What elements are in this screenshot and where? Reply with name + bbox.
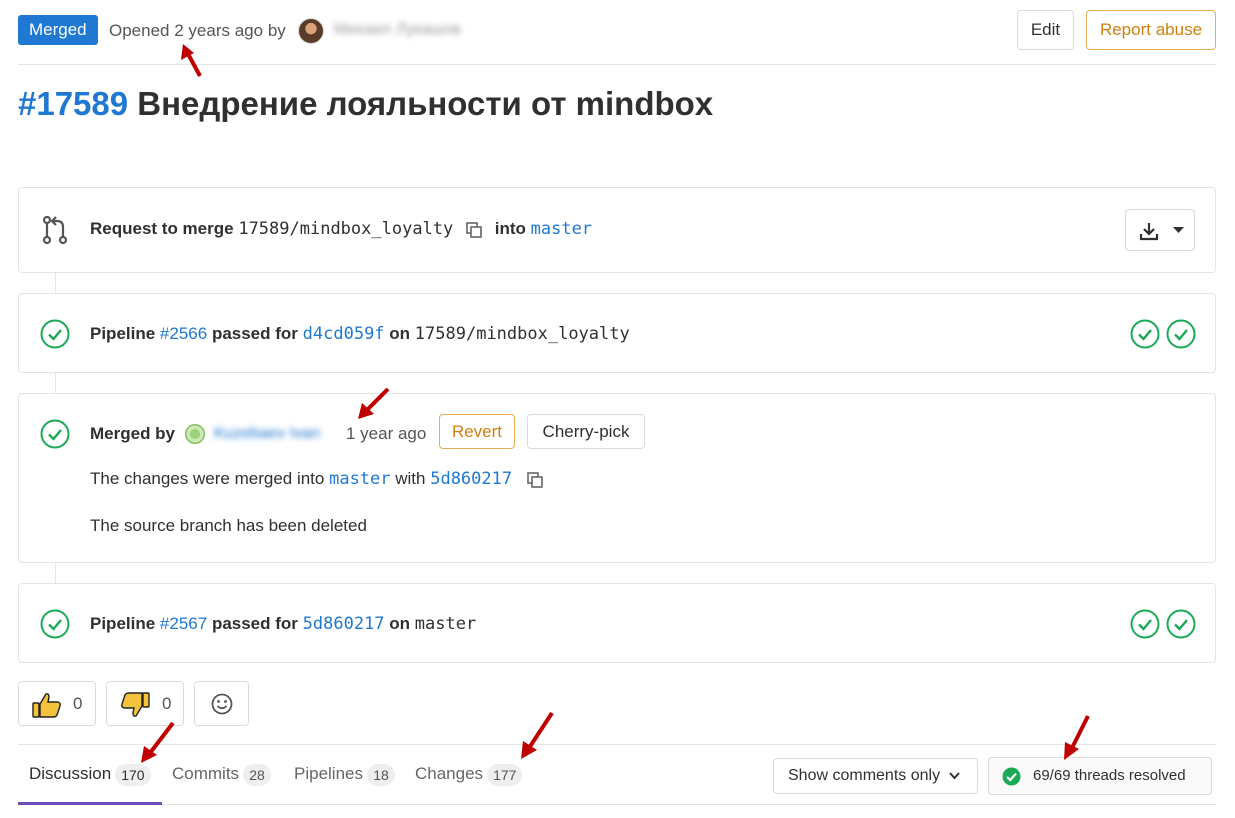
merged-by-label: Merged by xyxy=(90,424,176,443)
tab-count: 28 xyxy=(243,763,272,786)
mr-title: Внедрение лояльности от mindbox xyxy=(137,85,714,122)
stage-success-icon[interactable] xyxy=(1166,609,1196,639)
mr-number: #17589 xyxy=(18,85,129,122)
cherry-pick-button[interactable]: Cherry-pick xyxy=(527,414,645,449)
branch-name: master xyxy=(414,614,477,634)
merge-request-widget: Request to merge 17589/mindbox_loyalty i… xyxy=(18,187,1216,273)
tab-changes[interactable]: Changes 177 xyxy=(415,745,523,805)
source-deleted-text: The source branch has been deleted xyxy=(90,516,367,535)
tab-label: Commits xyxy=(172,764,240,783)
commit-link[interactable]: 5d860217 xyxy=(303,614,385,634)
tab-commits[interactable]: Commits 28 xyxy=(172,745,272,805)
merged-into-line: The changes were merged into master with… xyxy=(90,469,543,489)
commit-link[interactable]: d4cd059f xyxy=(303,324,385,344)
author-name[interactable]: Михаил Лукашов xyxy=(334,21,461,39)
thumbs-up-icon xyxy=(32,693,61,718)
pipeline-link[interactable]: #2567 xyxy=(160,614,207,633)
check-circle-icon xyxy=(1002,767,1021,786)
status-badge: Merged xyxy=(18,15,98,45)
chevron-down-icon xyxy=(949,772,960,780)
smiley-icon xyxy=(211,693,233,715)
changes-merged-text: The changes were merged into xyxy=(90,469,325,488)
tab-pipelines[interactable]: Pipelines 18 xyxy=(294,745,395,805)
merger-name[interactable]: Kuzebaev Ivan xyxy=(214,425,320,443)
edit-button[interactable]: Edit xyxy=(1017,10,1074,50)
merger-avatar[interactable] xyxy=(185,424,205,444)
pipeline-widget-2: Pipeline #2567 passed for 5d860217 on ma… xyxy=(18,583,1216,663)
target-branch-link[interactable]: master xyxy=(531,219,592,239)
tab-count: 18 xyxy=(367,763,395,786)
thumbs-down-icon xyxy=(121,692,150,717)
annotation-arrow xyxy=(181,44,202,77)
stage-success-icon[interactable] xyxy=(1166,319,1196,349)
status-success-icon[interactable] xyxy=(40,609,70,639)
tab-label: Discussion xyxy=(29,764,112,783)
merge-commit-link[interactable]: 5d860217 xyxy=(430,469,512,489)
status-success-icon[interactable] xyxy=(40,319,70,349)
annotation-arrow xyxy=(358,387,390,419)
pipeline-widget-1: Pipeline #2566 passed for d4cd059f on 17… xyxy=(18,293,1216,373)
stage-success-icon[interactable] xyxy=(1130,319,1160,349)
pipeline-link[interactable]: #2566 xyxy=(160,324,207,343)
passed-for-label: passed for xyxy=(211,614,298,633)
opened-by: by xyxy=(267,21,286,40)
on-label: on xyxy=(389,614,411,633)
add-reaction-button[interactable] xyxy=(194,681,249,726)
thumbs-down-count: 0 xyxy=(162,694,172,713)
download-icon xyxy=(1139,223,1159,241)
timeline-connector xyxy=(55,562,56,584)
author-avatar[interactable] xyxy=(298,18,324,44)
target-branch-link[interactable]: master xyxy=(329,469,390,489)
copy-icon[interactable] xyxy=(466,221,482,238)
chevron-down-icon xyxy=(1173,227,1184,233)
mr-tabs: Discussion 170 Commits 28 Pipelines 18 Chan… xyxy=(18,744,1216,805)
pipeline-label: Pipeline xyxy=(90,324,156,343)
pipeline-label: Pipeline xyxy=(90,614,156,633)
tab-label: Changes xyxy=(415,764,484,783)
merge-request-icon xyxy=(42,215,68,245)
merged-success-icon xyxy=(40,419,70,449)
pipeline-1-text: Pipeline #2566 passed for d4cd059f on 17… xyxy=(90,324,630,344)
annotation-arrow xyxy=(1064,715,1090,760)
into-label: into xyxy=(494,219,526,238)
show-comments-dropdown[interactable]: Show comments only xyxy=(773,758,978,794)
merge-request-text: Request to merge 17589/mindbox_loyalty i… xyxy=(90,219,592,239)
annotation-arrow xyxy=(521,711,554,759)
report-abuse-button[interactable]: Report abuse xyxy=(1086,10,1216,50)
download-dropdown-button[interactable] xyxy=(1125,209,1195,251)
tab-count: 177 xyxy=(487,763,523,786)
passed-for-label: passed for xyxy=(211,324,298,343)
stage-success-icon[interactable] xyxy=(1130,609,1160,639)
page-title: #17589 Внедрение лояльности от mindbox xyxy=(18,85,713,123)
merged-widget: Merged by Kuzebaev Ivan 1 year ago Rever… xyxy=(18,393,1216,563)
pipeline-2-text: Pipeline #2567 passed for 5d860217 on ma… xyxy=(90,614,476,634)
request-to-merge-label: Request to merge xyxy=(90,219,234,238)
with-label: with xyxy=(395,469,426,488)
opened-prefix: Opened xyxy=(109,21,170,40)
annotation-arrow xyxy=(141,721,175,763)
timeline-connector xyxy=(55,272,56,294)
source-branch: 17589/mindbox_loyalty xyxy=(238,219,454,239)
opened-time: 2 years ago xyxy=(174,21,264,40)
on-label: on xyxy=(389,324,411,343)
timeline-connector xyxy=(55,372,56,394)
threads-resolved-button[interactable]: 69/69 threads resolved xyxy=(988,757,1212,795)
tab-label: Pipelines xyxy=(294,764,363,783)
copy-icon[interactable] xyxy=(527,471,543,488)
revert-button[interactable]: Revert xyxy=(439,414,515,449)
thumbs-up-button[interactable]: 0 xyxy=(18,681,96,726)
show-comments-label: Show comments only xyxy=(788,767,941,784)
tab-count: 170 xyxy=(115,763,151,786)
merged-time: 1 year ago xyxy=(346,424,427,443)
threads-resolved-text: 69/69 threads resolved xyxy=(1033,767,1186,784)
merged-by-line: Merged by xyxy=(90,424,175,444)
thumbs-up-count: 0 xyxy=(73,694,83,713)
opened-info: Opened 2 years ago by xyxy=(109,21,286,41)
branch-name: 17589/mindbox_loyalty xyxy=(414,324,630,344)
